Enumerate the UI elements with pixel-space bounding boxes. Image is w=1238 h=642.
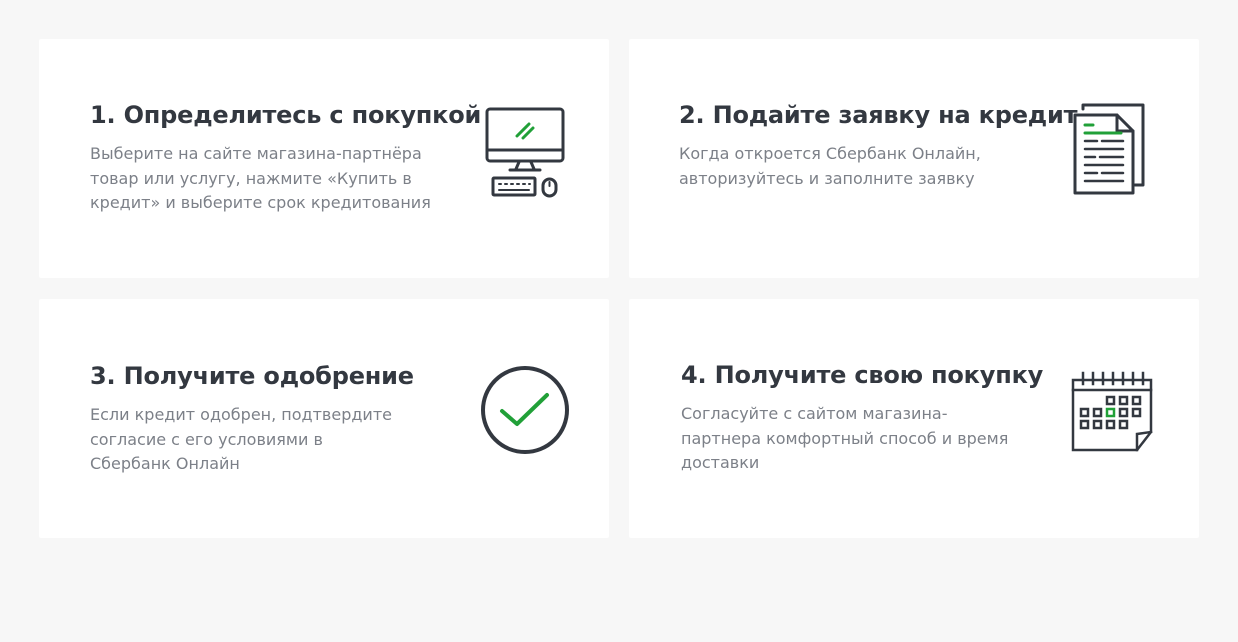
step-description-3: Если кредит одобрен, подтвердите согласи… (90, 405, 392, 473)
step-text-3: 3. Получите одобрение Если кредит одобре… (90, 360, 460, 477)
step-card-2: 2. Подайте заявку на кредит Когда открое… (629, 39, 1199, 278)
steps-grid: 1. Определитесь с покупкой Выберите на с… (0, 0, 1238, 642)
step-title-1: 1. Определитесь с покупкой (90, 101, 482, 129)
step-description-2: Когда откроется Сбербанк Онлайн, авториз… (679, 144, 981, 188)
step-text-2: 2. Подайте заявку на кредит Когда открое… (679, 99, 1078, 191)
step-description-1: Выберите на сайте магазина-партнёра това… (90, 144, 431, 212)
step-card-3: 3. Получите одобрение Если кредит одобре… (39, 299, 609, 538)
document-icon (1073, 103, 1145, 195)
step-card-4: 4. Получите свою покупку Согласуйте с са… (629, 299, 1199, 538)
step-card-1: 1. Определитесь с покупкой Выберите на с… (39, 39, 609, 278)
step-title-4: 4. Получите свою покупку (681, 361, 1044, 389)
computer-icon (485, 107, 565, 198)
calendar-icon (1071, 371, 1153, 452)
step-title-2: 2. Подайте заявку на кредит (679, 101, 1078, 129)
step-text-4: 4. Получите свою покупку Согласуйте с са… (681, 359, 1051, 476)
step-title-3: 3. Получите одобрение (90, 362, 414, 390)
step-text-1: 1. Определитесь с покупкой Выберите на с… (90, 99, 482, 216)
checkmark-circle-icon (481, 366, 569, 454)
step-description-4: Согласуйте с сайтом магазина-партнера ко… (681, 404, 1009, 472)
